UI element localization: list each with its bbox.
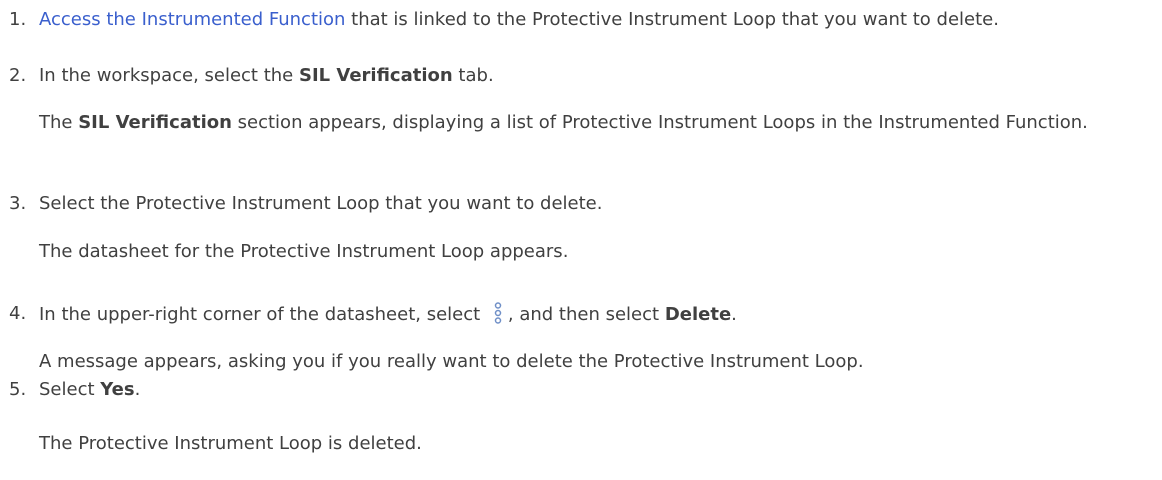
step-4: 4. In the upper-right corner of the data… (9, 302, 1162, 327)
step-text: In the upper-right corner of the datashe… (39, 302, 737, 325)
step-1: 1. Access the Instrumented Function that… (9, 8, 1162, 32)
step-5-result: The Protective Instrument Loop is delete… (9, 432, 1162, 456)
step-text: In the workspace, select the SIL Verific… (39, 65, 494, 86)
access-instrumented-function-link[interactable]: Access the Instrumented Function (39, 9, 345, 30)
step-3-result: The datasheet for the Protective Instrum… (9, 240, 1162, 264)
step-result: The datasheet for the Protective Instrum… (39, 241, 569, 262)
step-text: that is linked to the Protective Instrum… (345, 9, 999, 30)
step-result: The SIL Verification section appears, di… (39, 112, 1088, 133)
step-number: 4. (9, 303, 27, 324)
step-text: Select Yes. (39, 379, 141, 400)
more-options-icon (494, 302, 502, 324)
step-2-result: The SIL Verification section appears, di… (9, 111, 1162, 135)
step-number: 1. (9, 9, 27, 30)
yes-term: Yes (100, 379, 135, 400)
sil-verification-term: SIL Verification (298, 65, 453, 86)
step-number: 2. (9, 65, 27, 86)
step-number: 5. (9, 379, 27, 400)
step-5: 5. Select Yes. (9, 378, 1162, 402)
step-number: 3. (9, 193, 27, 214)
step-2: 2. In the workspace, select the SIL Veri… (9, 64, 1162, 88)
step-result: A message appears, asking you if you rea… (39, 351, 864, 372)
step-4-result: A message appears, asking you if you rea… (9, 350, 1162, 374)
procedure-page: 1. Access the Instrumented Function that… (0, 0, 1162, 480)
step-result: The Protective Instrument Loop is delete… (39, 433, 422, 454)
step-3: 3. Select the Protective Instrument Loop… (9, 192, 1162, 216)
delete-term: Delete (664, 304, 732, 325)
step-text: Select the Protective Instrument Loop th… (39, 193, 603, 214)
